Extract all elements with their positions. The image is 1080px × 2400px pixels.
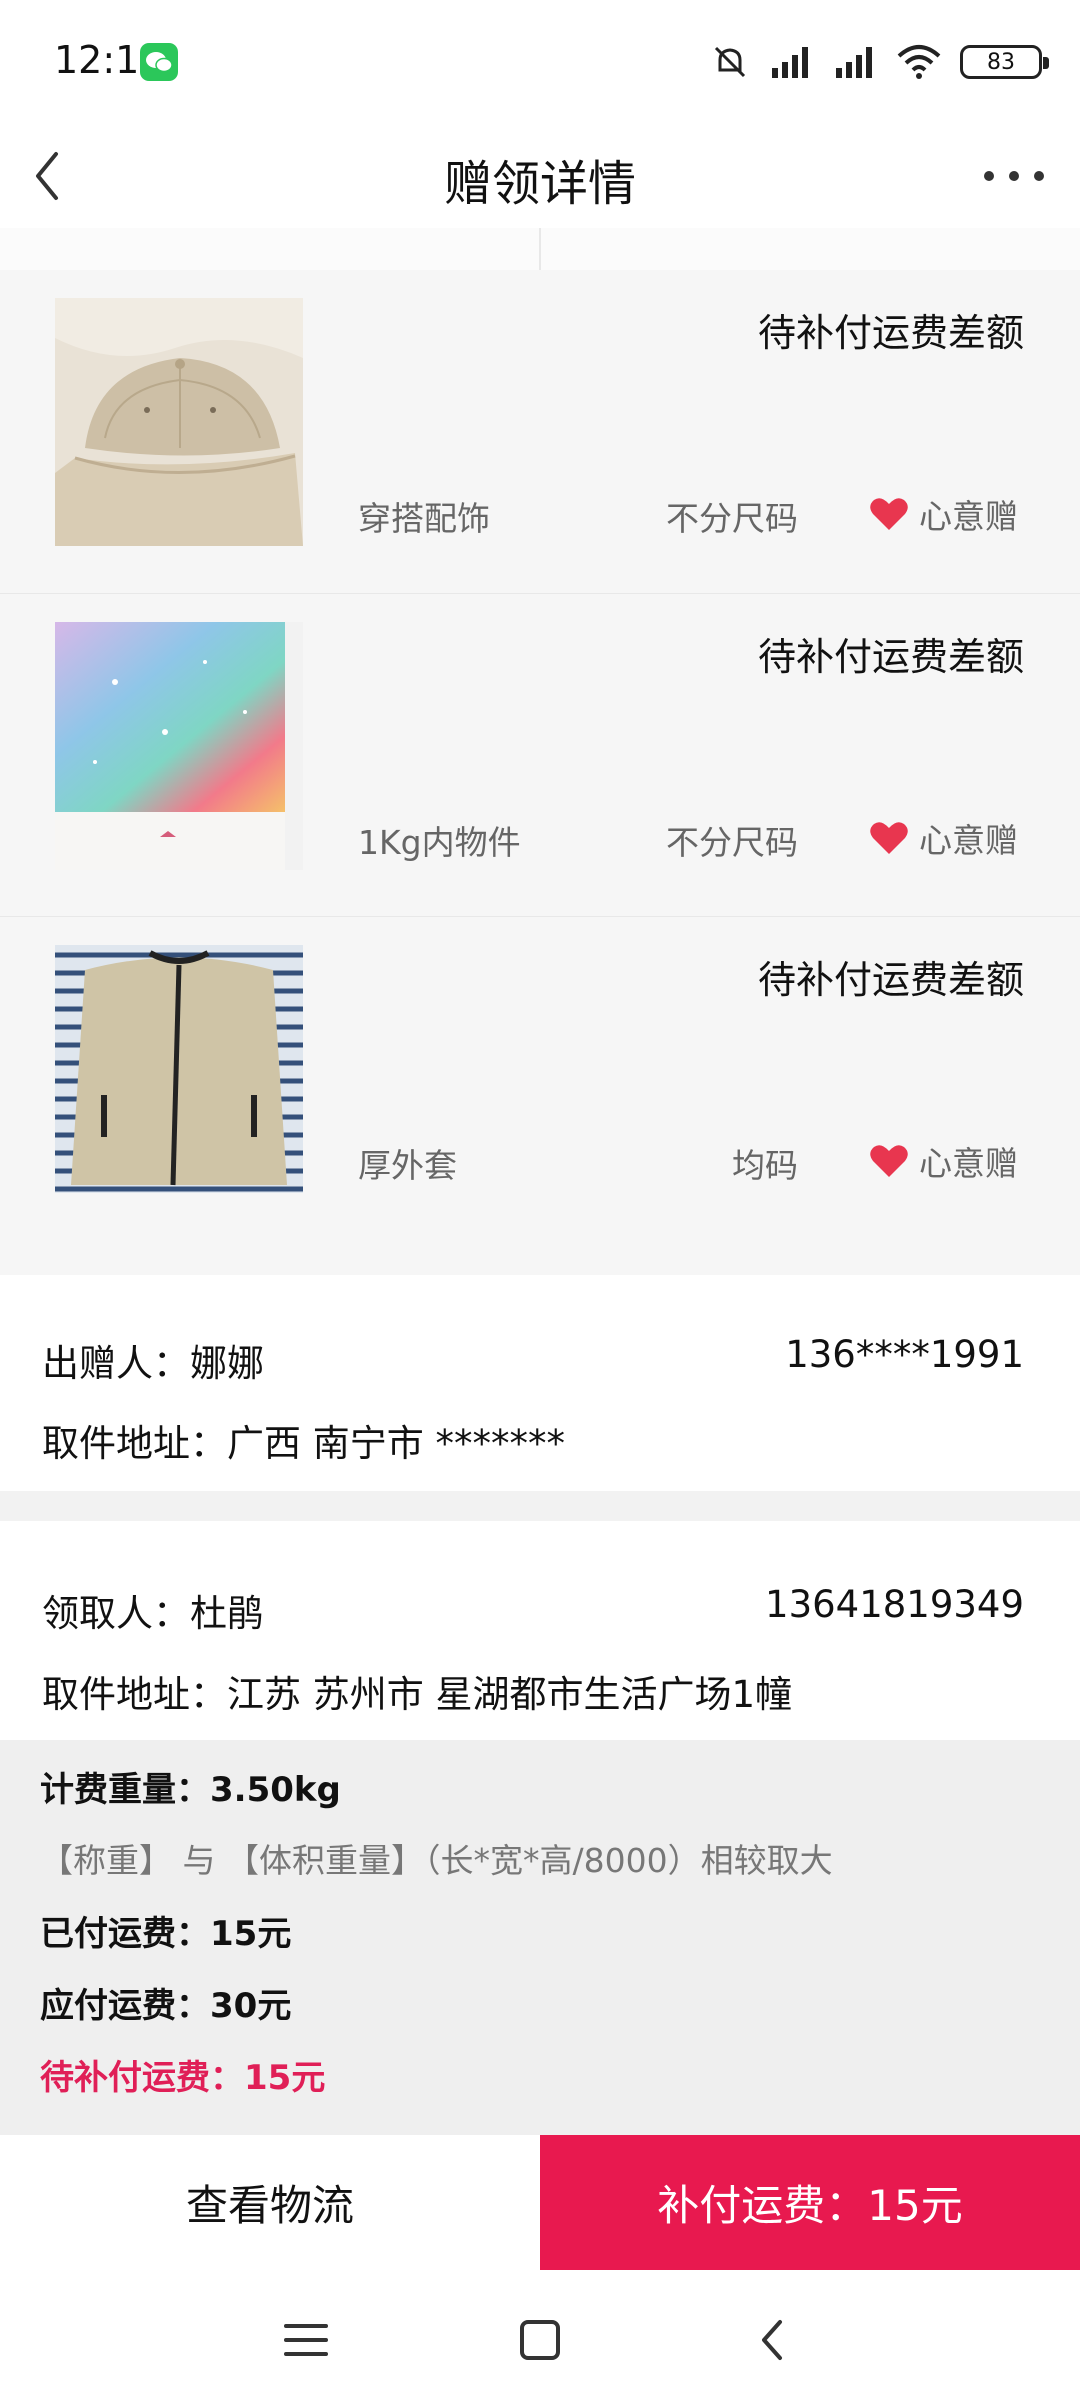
due-fee: 应付运费：30元: [40, 1986, 292, 2026]
view-logistics-button[interactable]: 查看物流: [0, 2135, 540, 2270]
item-image-cap[interactable]: [55, 298, 303, 546]
bottom-action-bar: 查看物流 补付运费：15元: [0, 2135, 1080, 2270]
item-image-notebook[interactable]: [55, 622, 303, 870]
nav-bar: 赠领详情: [0, 124, 1080, 229]
divider: [539, 228, 541, 270]
item-size: 不分尺码: [666, 499, 798, 538]
receiver-phone: 13641819349: [765, 1583, 1024, 1626]
receiver-address: 取件地址：江苏 苏州市 星湖都市生活广场1幢: [42, 1673, 793, 1716]
more-button[interactable]: [984, 166, 1044, 186]
item-status: 待补付运费差额: [757, 311, 1024, 355]
pay-shipping-button[interactable]: 补付运费：15元: [540, 2135, 1080, 2270]
paid-fee: 已付运费：15元: [40, 1914, 292, 1954]
item-list: 待补付运费差额 穿搭配饰 不分尺码 心意赠 待补付运费差额 1Kg内物件 不分尺…: [0, 270, 1080, 1275]
section-gap: [0, 1491, 1080, 1521]
mute-icon: [714, 46, 746, 78]
item-tag: 心意赠: [869, 1137, 1018, 1185]
giver-address: 取件地址：广西 南宁市 *******: [42, 1422, 566, 1465]
giver-phone: 136****1991: [785, 1333, 1024, 1376]
item-tag: 心意赠: [869, 490, 1018, 538]
more-dot-icon: [1009, 171, 1019, 181]
status-icons: 83: [710, 38, 1049, 86]
more-dot-icon: [984, 171, 994, 181]
item-category: 1Kg内物件: [358, 823, 521, 862]
page-title: 赠领详情: [443, 156, 636, 212]
receiver-section: 领取人：杜鹃 13641819349 取件地址：江苏 苏州市 星湖都市生活广场1…: [0, 1521, 1080, 1740]
billing-weight: 计费重量：3.50kg: [40, 1770, 341, 1810]
scrolled-header-remnant: [0, 228, 1080, 271]
item-size: 均码: [732, 1146, 798, 1185]
system-nav-bar: [0, 2270, 1080, 2400]
item-card[interactable]: 待补付运费差额 穿搭配饰 不分尺码 心意赠: [0, 270, 1080, 593]
fee-section: 计费重量：3.50kg 【称重】 与 【体积重量】（长*宽*高/8000）相较取…: [0, 1740, 1080, 2135]
giver-section: 出赠人：娜娜 136****1991 取件地址：广西 南宁市 *******: [0, 1275, 1080, 1491]
signal-icon: [772, 47, 808, 78]
wechat-icon: [140, 43, 178, 81]
heart-icon: [870, 822, 908, 854]
item-tag: 心意赠: [869, 814, 1018, 862]
menu-icon[interactable]: [278, 2312, 334, 2368]
item-category: 厚外套: [358, 1146, 457, 1185]
battery-icon: 83: [960, 45, 1049, 79]
item-size: 不分尺码: [666, 823, 798, 862]
back-nav-icon[interactable]: [746, 2312, 802, 2368]
item-tag-label: 心意赠: [919, 497, 1018, 536]
item-status: 待补付运费差额: [757, 958, 1024, 1002]
receiver-name: 领取人：杜鹃: [42, 1592, 264, 1635]
status-bar: 12:11 83: [0, 0, 1080, 124]
weight-note: 【称重】 与 【体积重量】（长*宽*高/8000）相较取大: [40, 1841, 833, 1880]
heart-icon: [870, 1145, 908, 1177]
pending-fee: 待补付运费：15元: [40, 2058, 326, 2098]
wifi-icon: [897, 45, 941, 79]
item-category: 穿搭配饰: [358, 499, 490, 538]
item-tag-label: 心意赠: [919, 1144, 1018, 1183]
home-icon[interactable]: [512, 2312, 568, 2368]
item-card[interactable]: 待补付运费差额 厚外套 均码 心意赠: [0, 916, 1080, 1240]
item-image-jacket[interactable]: [55, 945, 303, 1193]
item-status: 待补付运费差额: [757, 635, 1024, 679]
item-card[interactable]: 待补付运费差额 1Kg内物件 不分尺码 心意赠: [0, 593, 1080, 917]
signal-hd-icon: [836, 47, 872, 78]
item-tag-label: 心意赠: [919, 821, 1018, 860]
giver-name: 出赠人：娜娜: [42, 1342, 264, 1385]
more-dot-icon: [1034, 171, 1044, 181]
heart-icon: [870, 498, 908, 530]
